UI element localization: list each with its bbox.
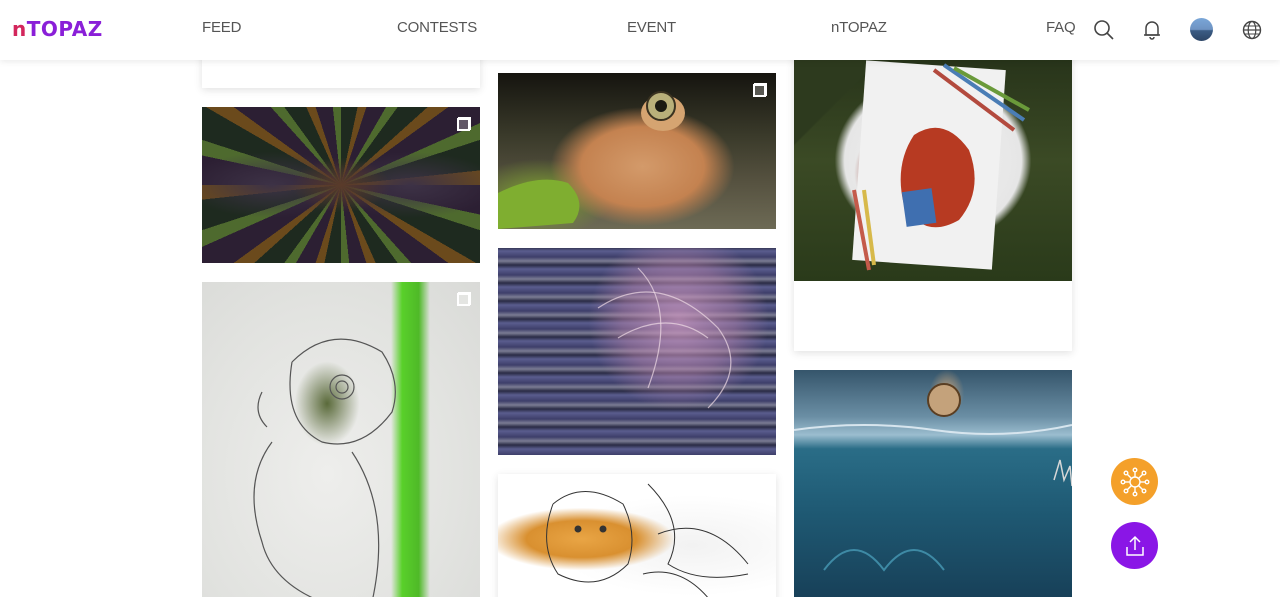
top-navigation-bar: nTOPAZ FEED CONTESTS EVENT nTOPAZ FAQ — [0, 0, 1280, 60]
nav-contests[interactable]: CONTESTS — [397, 19, 477, 36]
post-card-image[interactable] — [498, 474, 776, 597]
nav-event[interactable]: EVENT — [627, 19, 676, 36]
avatar[interactable] — [1190, 18, 1213, 41]
network-coin-icon — [1120, 467, 1150, 497]
select-checkbox-icon[interactable] — [753, 84, 766, 97]
glitch-artwork — [597, 267, 732, 409]
dog-artwork — [546, 483, 749, 597]
post-card-image[interactable] — [498, 248, 776, 455]
ntopaz-logo[interactable]: nTOPAZ — [12, 17, 103, 41]
select-checkbox-icon[interactable] — [457, 293, 470, 306]
rewards-button[interactable] — [1111, 458, 1158, 505]
post-card-image[interactable] — [498, 73, 776, 229]
sketch-artwork — [253, 338, 396, 597]
logo-text: TOPAZ — [26, 17, 103, 41]
globe-icon[interactable] — [1240, 18, 1264, 42]
ocean-artwork — [794, 383, 1072, 572]
logo-prefix: n — [12, 17, 27, 41]
post-card-image[interactable] — [202, 282, 480, 597]
nav-feed[interactable]: FEED — [202, 19, 241, 36]
select-checkbox-icon[interactable] — [457, 118, 470, 131]
frog-artwork — [498, 91, 685, 229]
upload-icon — [1125, 535, 1144, 556]
search-icon[interactable] — [1092, 18, 1116, 42]
nav-faq[interactable]: FAQ — [1046, 19, 1076, 36]
upload-button[interactable] — [1111, 522, 1158, 569]
post-card-image[interactable] — [202, 107, 480, 263]
drawing-artwork — [794, 40, 1072, 281]
post-card-image[interactable] — [794, 40, 1072, 351]
nav-ntopaz[interactable]: nTOPAZ — [831, 19, 887, 36]
post-card-image[interactable] — [794, 370, 1072, 597]
bell-icon[interactable] — [1140, 18, 1164, 42]
